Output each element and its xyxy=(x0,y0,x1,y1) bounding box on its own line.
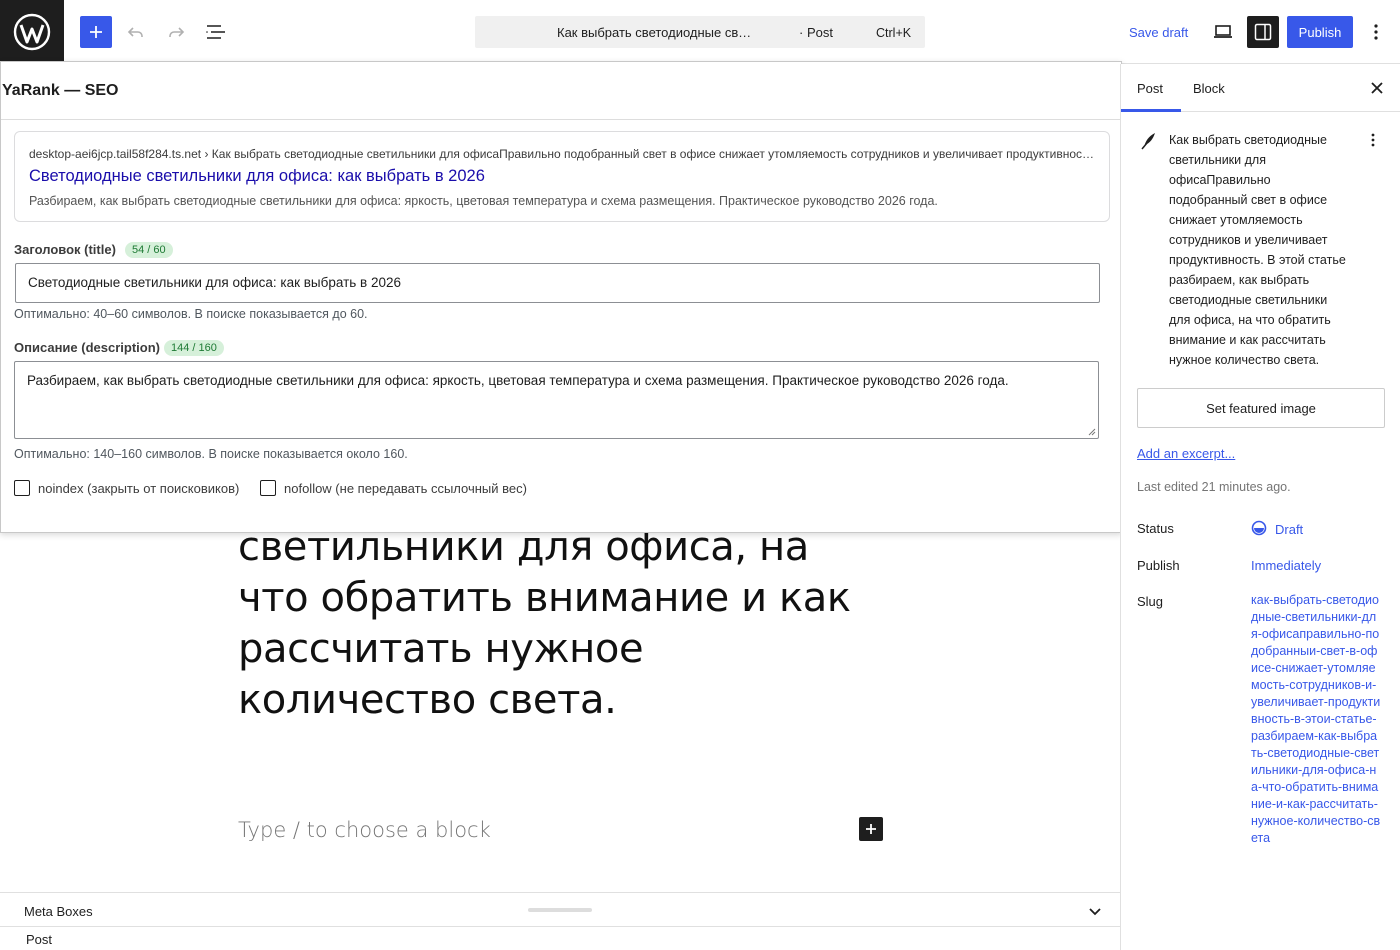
publish-label: Publish xyxy=(1137,558,1180,573)
document-overview-icon[interactable] xyxy=(200,16,232,48)
description-help-text: Оптимально: 140–160 символов. В поиске п… xyxy=(14,447,408,461)
meta-boxes-bar: Meta Boxes xyxy=(0,892,1120,926)
close-icon[interactable] xyxy=(1365,76,1389,100)
description-counter-badge: 144 / 160 xyxy=(164,340,224,356)
description-field-label: Описание (description) xyxy=(14,340,160,355)
settings-sidebar-toggle-icon[interactable] xyxy=(1247,16,1279,48)
command-bar-shortcut: Ctrl+K xyxy=(876,26,912,40)
breadcrumb-post[interactable]: Post xyxy=(26,932,52,947)
last-edited-text: Last edited 21 minutes ago. xyxy=(1137,480,1291,494)
active-tab-indicator xyxy=(1121,109,1181,112)
tab-post[interactable]: Post xyxy=(1137,81,1163,96)
add-block-button[interactable] xyxy=(859,817,883,841)
publish-button[interactable]: Publish xyxy=(1287,16,1353,48)
title-help-text: Оптимально: 40–60 символов. В поиске пок… xyxy=(14,307,368,321)
editor-header: Как выбрать светодиодные светильни... · … xyxy=(0,0,1400,64)
status-value[interactable]: Draft xyxy=(1275,522,1303,537)
search-snippet-preview: desktop-aei6jcp.tail58f284.ts.net › Как … xyxy=(14,131,1110,222)
nofollow-checkbox-row[interactable]: nofollow (не передавать ссылочный вес) xyxy=(260,480,527,496)
undo-icon[interactable] xyxy=(120,16,152,48)
seo-title-input[interactable]: Светодиодные светильники для офиса: как … xyxy=(15,263,1100,303)
block-appender-placeholder[interactable]: Type / to choose a block xyxy=(238,818,491,842)
seo-panel: YaRank — SEO desktop-aei6jcp.tail58f284.… xyxy=(0,61,1122,533)
snippet-title[interactable]: Светодиодные светильники для офиса: как … xyxy=(29,167,485,186)
tab-block[interactable]: Block xyxy=(1193,81,1225,96)
post-summary-title: Как выбрать светодиодные светильники для… xyxy=(1169,133,1346,367)
meta-boxes-resize-handle[interactable] xyxy=(528,908,592,912)
wordpress-logo-icon[interactable] xyxy=(0,0,64,64)
snippet-url: desktop-aei6jcp.tail58f284.ts.net › Как … xyxy=(29,147,1095,161)
slug-value[interactable]: как-выбрать-светодиодные-светильники-для… xyxy=(1251,592,1381,847)
block-breadcrumb-footer: Post xyxy=(0,926,1120,950)
save-draft-button[interactable]: Save draft xyxy=(1129,25,1188,40)
preview-device-icon[interactable] xyxy=(1207,16,1239,48)
noindex-checkbox-row[interactable]: noindex (закрыть от поисковиков) xyxy=(14,480,239,496)
sidebar-tabs: Post Block xyxy=(1121,64,1400,112)
status-label: Status xyxy=(1137,521,1174,536)
nofollow-label: nofollow (не передавать ссылочный вес) xyxy=(284,480,527,496)
noindex-checkbox[interactable] xyxy=(14,480,30,496)
resize-grip-icon[interactable] xyxy=(1088,428,1096,436)
seo-description-textarea[interactable]: Разбираем, как выбрать светодиодные свет… xyxy=(14,361,1099,439)
snippet-description: Разбираем, как выбрать светодиодные свет… xyxy=(29,194,938,208)
command-bar-type: · Post xyxy=(799,25,833,40)
slug-label: Slug xyxy=(1137,594,1164,609)
command-bar-title: Как выбрать светодиодные светильни... xyxy=(557,25,757,40)
draft-status-icon xyxy=(1251,520,1267,541)
command-bar[interactable]: Как выбрать светодиодные светильни... · … xyxy=(475,16,925,48)
publish-date-value[interactable]: Immediately xyxy=(1251,558,1321,573)
post-pen-icon xyxy=(1141,132,1157,155)
title-field-label: Заголовок (title) xyxy=(14,242,116,257)
block-inserter-button[interactable] xyxy=(80,16,112,48)
noindex-label: noindex (закрыть от поисковиков) xyxy=(38,480,240,496)
post-actions-more-icon[interactable] xyxy=(1363,130,1383,150)
set-featured-image-button[interactable]: Set featured image xyxy=(1137,388,1385,428)
seo-panel-title: YaRank — SEO xyxy=(2,82,119,99)
seo-description-value: Разбираем, как выбрать светодиодные свет… xyxy=(27,373,1009,388)
seo-panel-header: YaRank — SEO xyxy=(1,62,1121,120)
chevron-down-icon[interactable] xyxy=(1086,902,1104,920)
options-more-icon[interactable] xyxy=(1360,16,1392,48)
nofollow-checkbox[interactable] xyxy=(260,480,276,496)
add-excerpt-link[interactable]: Add an excerpt... xyxy=(1137,446,1235,461)
redo-icon[interactable] xyxy=(160,16,192,48)
settings-sidebar: Post Block Как выбрать светодиодные свет… xyxy=(1120,64,1400,950)
title-counter-badge: 54 / 60 xyxy=(125,242,173,258)
meta-boxes-title: Meta Boxes xyxy=(24,904,93,919)
